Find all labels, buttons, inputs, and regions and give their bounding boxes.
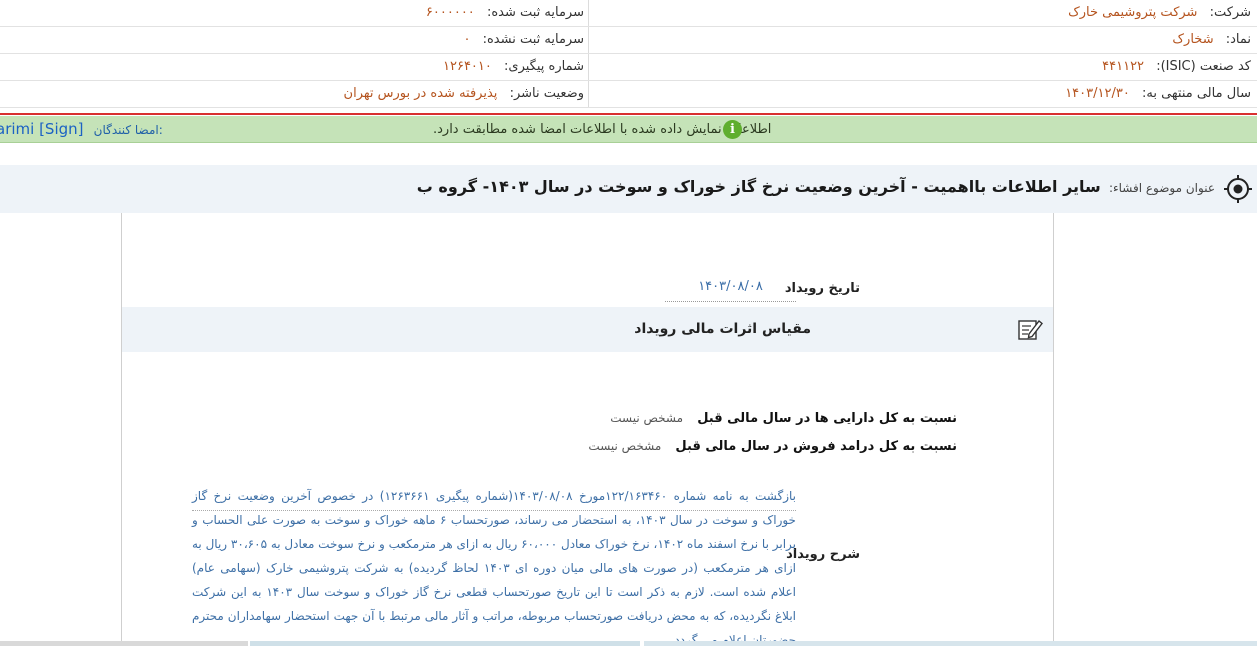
event-date-value: ۱۴۰۳/۰۸/۰۸ <box>665 276 796 302</box>
publisher-status-cell: وضعیت ناشر: پذیرفته شده در بورس تهران <box>344 81 584 107</box>
ratio-label: نسبت به کل درامد فروش در سال مالی قبل <box>675 439 957 454</box>
signers: arimi [Sign] امضا کنندگان: <box>0 116 163 143</box>
info-row: نماد: شخارک سرمایه ثبت نشده: ۰ <box>0 27 1257 54</box>
event-description-text: بازگشت به نامه شماره ۱۲۲/۱۶۳۴۶۰مورخ ۱۴۰۳… <box>192 489 797 646</box>
fiscal-year-cell: سال مالی منتهی به: ۱۴۰۳/۱۲/۳۰ <box>1065 81 1251 107</box>
event-date-label: تاریخ رویداد <box>784 281 860 296</box>
signature-match-message: اطلاعات نمایش داده شده با اطلاعات امضا ش… <box>433 122 772 137</box>
signers-label: امضا کنندگان: <box>93 123 163 137</box>
signature-status-bar: arimi [Sign] امضا کنندگان: اطلاعات نمایش… <box>0 116 1257 143</box>
isic-label: کد صنعت (ISIC): <box>1156 59 1251 74</box>
edit-document-icon <box>1018 319 1043 340</box>
symbol-label: نماد: <box>1225 32 1251 47</box>
event-description-label: شرح رویداد <box>786 547 860 562</box>
unregistered-capital-cell: سرمایه ثبت نشده: ۰ <box>463 27 584 53</box>
info-row: کد صنعت (ISIC): ۴۴۱۱۲۲ شماره پیگیری: ۱۲۶… <box>0 54 1257 81</box>
company-info-table: شرکت: شرکت پتروشیمی خارک سرمایه ثبت شده:… <box>0 0 1257 108</box>
ratio-row-revenue: نسبت به کل درامد فروش در سال مالی قبل مش… <box>588 436 957 456</box>
publisher-status-label: وضعیت ناشر: <box>509 86 584 101</box>
symbol-cell: نماد: شخارک <box>1172 27 1251 53</box>
tracking-number-value: ۱۲۶۴۰۱۰ <box>443 59 492 74</box>
financial-effects-header: مقیاس اثرات مالی رویداد <box>122 307 1053 352</box>
publisher-status-value: پذیرفته شده در بورس تهران <box>343 86 498 101</box>
company-label: شرکت: <box>1209 5 1251 20</box>
registered-capital-cell: سرمایه ثبت شده: ۶۰۰۰۰۰۰ <box>426 0 584 26</box>
registered-capital-label: سرمایه ثبت شده: <box>486 5 584 20</box>
unregistered-capital-value: ۰ <box>463 32 471 47</box>
isic-cell: کد صنعت (ISIC): ۴۴۱۱۲۲ <box>1102 54 1251 80</box>
ratio-value: مشخص نیست <box>610 411 684 425</box>
bottom-strip-segment <box>644 641 1257 646</box>
ratio-label: نسبت به کل دارایی ها در سال مالی قبل <box>697 411 957 426</box>
content-frame-left <box>121 213 122 646</box>
bottom-strip-segment <box>250 641 640 646</box>
info-icon: i <box>723 120 742 139</box>
ratio-value: مشخص نیست <box>588 439 662 453</box>
content-frame-right <box>1053 213 1054 646</box>
financial-effects-title: مقیاس اثرات مالی رویداد <box>634 321 811 337</box>
info-row: سال مالی منتهی به: ۱۴۰۳/۱۲/۳۰ وضعیت ناشر… <box>0 81 1257 108</box>
symbol-value: شخارک <box>1172 32 1214 47</box>
disclosure-subject-bar: عنوان موضوع افشاء: سایر اطلاعات بااهمیت … <box>0 165 1257 213</box>
subject-label: عنوان موضوع افشاء: <box>1108 181 1215 195</box>
ratio-row-assets: نسبت به کل دارایی ها در سال مالی قبل مشخ… <box>610 408 957 428</box>
unregistered-capital-label: سرمایه ثبت نشده: <box>482 32 584 47</box>
bottom-strip-segment <box>0 641 248 646</box>
info-row: شرکت: شرکت پتروشیمی خارک سرمایه ثبت شده:… <box>0 0 1257 27</box>
disclosure-subject: عنوان موضوع افشاء: سایر اطلاعات بااهمیت … <box>417 165 1215 213</box>
subject-title: سایر اطلاعات بااهمیت - آخرین وضعیت نرخ گ… <box>416 177 1101 196</box>
target-icon <box>1224 175 1252 203</box>
signers-names[interactable]: arimi [Sign] <box>0 120 84 138</box>
bottom-strip <box>0 641 1257 646</box>
company-cell: شرکت: شرکت پتروشیمی خارک <box>1068 0 1251 26</box>
company-value: شرکت پتروشیمی خارک <box>1068 5 1198 20</box>
tracking-number-cell: شماره پیگیری: ۱۲۶۴۰۱۰ <box>443 54 584 80</box>
isic-value: ۴۴۱۱۲۲ <box>1102 59 1145 74</box>
registered-capital-value: ۶۰۰۰۰۰۰ <box>425 5 475 20</box>
red-divider <box>0 113 1257 115</box>
fiscal-year-label: سال مالی منتهی به: <box>1141 86 1251 101</box>
tracking-number-label: شماره پیگیری: <box>504 59 584 74</box>
fiscal-year-value: ۱۴۰۳/۱۲/۳۰ <box>1065 86 1130 101</box>
